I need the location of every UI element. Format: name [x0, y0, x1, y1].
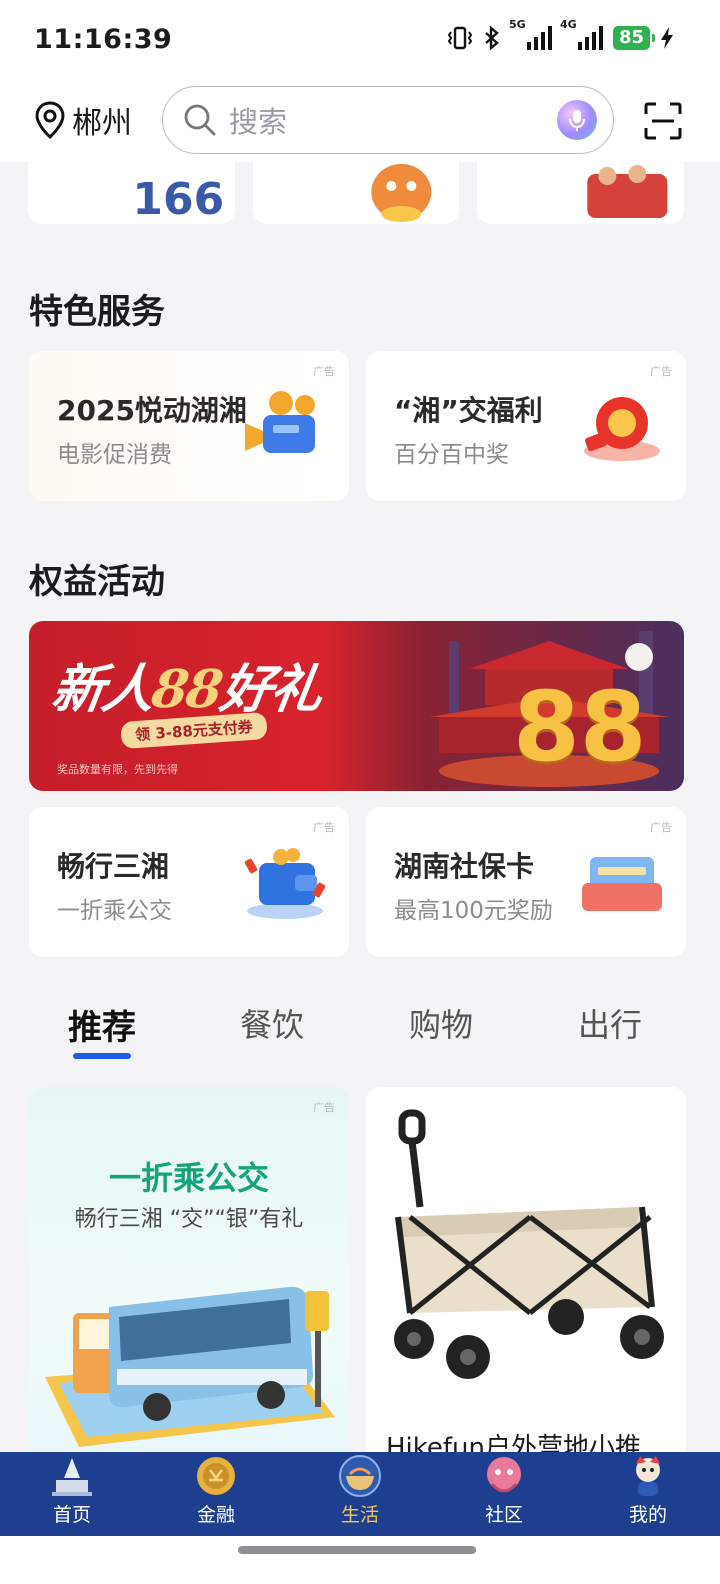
service-title: 2025悦动湖湘	[57, 394, 247, 427]
quick-banner-card[interactable]	[252, 162, 460, 224]
quick-banner-card[interactable]: 166	[28, 162, 235, 224]
community-icon	[487, 1457, 521, 1493]
promo-title-prefix: 新人	[48, 659, 157, 720]
quick-banner-card[interactable]	[477, 162, 685, 224]
nav-item-community[interactable]: 社区	[432, 1452, 576, 1536]
status-bar: 11:16:39 5G 4G 85	[0, 0, 720, 80]
status-icons: 5G 4G 85	[447, 18, 674, 50]
home-indicator[interactable]	[238, 1546, 476, 1554]
ad-label: 广告	[313, 365, 335, 378]
feed-subline: 畅行三湘 “交”“银”有礼	[74, 1207, 304, 1232]
scan-icon[interactable]	[644, 102, 682, 140]
promo-big-number: 88	[513, 671, 647, 783]
gesture-bar-area	[0, 1536, 720, 1584]
coin-icon	[197, 1457, 235, 1495]
ad-label: 广告	[313, 1101, 335, 1114]
svg-text:166: 166	[132, 174, 224, 224]
service-card-movie[interactable]: 广告 2025悦动湖湘 电影促消费	[29, 351, 349, 501]
benefit-card-social-security[interactable]: 广告 湖南社保卡 最高100元奖励	[366, 807, 686, 957]
bus-illustration-icon	[45, 1286, 335, 1447]
service-title: “湘”交福利	[394, 394, 543, 427]
family-illustration-icon	[587, 165, 668, 218]
tab-travel[interactable]: 出行	[550, 1000, 670, 1046]
nav-item-home[interactable]: 首页	[0, 1452, 144, 1536]
network-4g-label: 4G	[559, 18, 577, 31]
benefits-section-title: 权益活动	[29, 562, 165, 602]
signal-5g-icon: 5G	[509, 18, 552, 50]
benefit-subtitle: 最高100元奖励	[394, 898, 553, 924]
wallet-icon	[244, 848, 326, 919]
mascot-icon	[636, 1456, 660, 1496]
service-subtitle: 百分百中奖	[394, 442, 509, 468]
banner-graphic-icon: 166	[132, 174, 224, 224]
movie-camera-icon	[245, 391, 315, 453]
tab-recommend[interactable]: 推荐	[42, 1000, 162, 1049]
camping-wagon-icon	[394, 1109, 664, 1379]
promo-title: 新人88好礼	[48, 647, 327, 722]
nav-label: 首页	[52, 1504, 91, 1526]
promo-banner-newcomer[interactable]: 新人88好礼 领 3-88元支付券 奖品数量有限，先到先得 88	[29, 621, 684, 791]
vibrate-icon	[447, 26, 473, 50]
bottom-nav: 首页 金融 生活 社区 我的	[0, 1452, 720, 1536]
quick-banner-row: 166	[28, 162, 685, 224]
promo-title-suffix: 好礼	[216, 659, 325, 720]
featured-section-title: 特色服务	[29, 292, 165, 332]
active-tab-indicator	[73, 1053, 131, 1059]
nav-label: 金融	[196, 1504, 235, 1526]
top-bar: 郴州 搜索	[0, 80, 720, 162]
tab-dining[interactable]: 餐饮	[212, 1000, 332, 1046]
signal-4g-icon: 4G	[560, 18, 603, 50]
feed-card-product[interactable]: Hikefun户外营地小推	[366, 1087, 686, 1467]
bluetooth-icon	[485, 26, 499, 50]
charging-icon	[661, 27, 673, 49]
status-time: 11:16:39	[34, 24, 173, 55]
nav-label: 社区	[484, 1504, 523, 1526]
service-card-welfare[interactable]: 广告 “湘”交福利 百分百中奖	[366, 351, 686, 501]
benefit-card-transit[interactable]: 广告 畅行三湘 一折乘公交	[29, 807, 349, 957]
ad-label: 广告	[650, 365, 672, 378]
tab-shopping[interactable]: 购物	[381, 1000, 501, 1046]
lucky-draw-icon	[584, 397, 660, 461]
life-bowl-icon	[339, 1455, 381, 1497]
location-selector[interactable]: 郴州	[32, 98, 132, 142]
benefit-title: 畅行三湘	[57, 850, 170, 883]
search-icon	[184, 104, 216, 136]
ad-label: 广告	[313, 821, 335, 834]
voice-search-icon[interactable]	[557, 100, 597, 140]
benefit-subtitle: 一折乘公交	[57, 898, 172, 924]
social-security-card-icon	[582, 857, 662, 911]
benefit-title: 湖南社保卡	[394, 850, 535, 883]
feed-card-bus[interactable]: 广告 一折乘公交 畅行三湘 “交”“银”有礼	[29, 1087, 349, 1467]
network-5g-label: 5G	[508, 18, 526, 31]
service-subtitle: 电影促消费	[57, 442, 172, 468]
promo-title-number: 88	[148, 659, 225, 720]
search-input[interactable]: 搜索	[162, 86, 614, 154]
feed-headline: 一折乘公交	[108, 1159, 269, 1197]
search-placeholder: 搜索	[229, 105, 288, 139]
location-label: 郴州	[72, 106, 132, 141]
nav-label: 生活	[340, 1504, 379, 1526]
home-building-icon	[52, 1458, 92, 1496]
battery-indicator: 85	[612, 26, 656, 50]
nav-item-life[interactable]: 生活	[288, 1452, 432, 1536]
nav-item-finance[interactable]: 金融	[144, 1452, 288, 1536]
nav-label: 我的	[628, 1504, 667, 1526]
category-tabs: 推荐 餐饮 购物 出行	[0, 1000, 720, 1070]
ad-label: 广告	[650, 821, 672, 834]
promo-note: 奖品数量有限，先到先得	[57, 763, 178, 776]
nav-item-mine[interactable]: 我的	[576, 1452, 720, 1536]
location-pin-icon	[35, 101, 65, 140]
dragon-mascot-icon	[371, 164, 432, 222]
